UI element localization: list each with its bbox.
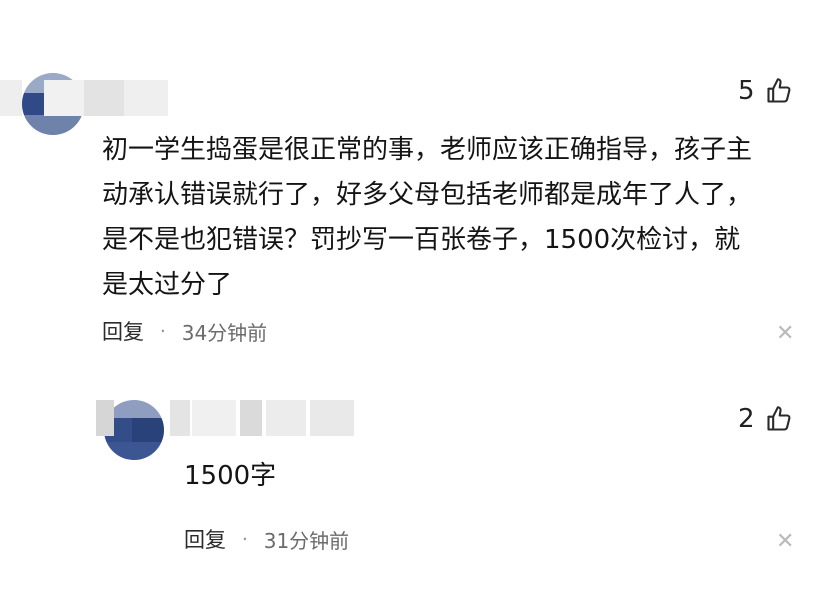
separator-dot: ·	[242, 528, 248, 550]
close-icon[interactable]: ✕	[776, 323, 794, 345]
like-button[interactable]: 2	[738, 404, 793, 434]
like-count: 5	[738, 76, 755, 106]
thumbs-up-icon	[765, 77, 793, 105]
like-count: 2	[738, 404, 755, 434]
close-icon[interactable]: ✕	[776, 531, 794, 553]
comment-text-line: 1500字	[184, 461, 277, 491]
comment-text-line: 动承认错误就行了，好多父母包括老师都是成年了人了，	[102, 180, 753, 210]
comment-text: 初一学生捣蛋是很正常的事，老师应该正确指导，孩子主 动承认错误就行了，好多父母包…	[102, 128, 752, 308]
comment-text-line: 初一学生捣蛋是很正常的事，老师应该正确指导，孩子主	[102, 135, 753, 165]
comment-text-line: 是不是也犯错误？罚抄写一百张卷子，1500次检讨，就	[102, 225, 741, 255]
comment-text-line: 是太过分了	[102, 270, 233, 300]
username-blurred	[0, 80, 180, 116]
timestamp: 34分钟前	[181, 320, 268, 345]
thumbs-up-icon	[765, 405, 793, 433]
comment-meta: 回复 · 31分钟前	[184, 524, 349, 554]
comment-text: 1500字	[184, 454, 276, 499]
reply-button[interactable]: 回复	[184, 524, 226, 554]
timestamp: 31分钟前	[263, 528, 350, 553]
username-blurred	[96, 400, 358, 436]
like-button[interactable]: 5	[738, 76, 793, 106]
comment-meta: 回复 · 34分钟前	[102, 316, 267, 346]
reply-button[interactable]: 回复	[102, 316, 144, 346]
separator-dot: ·	[160, 320, 166, 342]
